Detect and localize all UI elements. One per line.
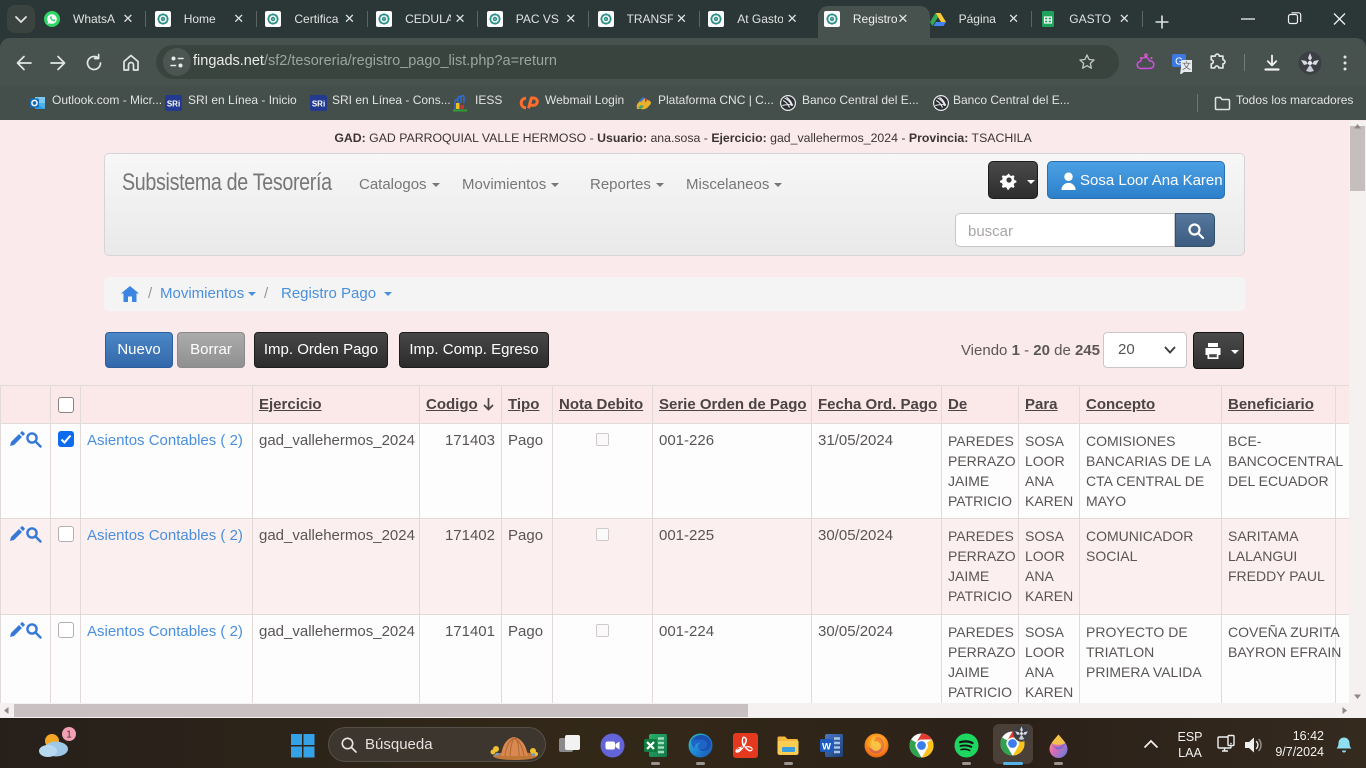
svg-text:1: 1	[66, 730, 72, 741]
svg-text:W: W	[822, 742, 831, 753]
svg-text:SRi: SRi	[312, 100, 325, 109]
svg-text:文: 文	[1182, 60, 1191, 71]
svg-text:SRi: SRi	[167, 100, 180, 109]
